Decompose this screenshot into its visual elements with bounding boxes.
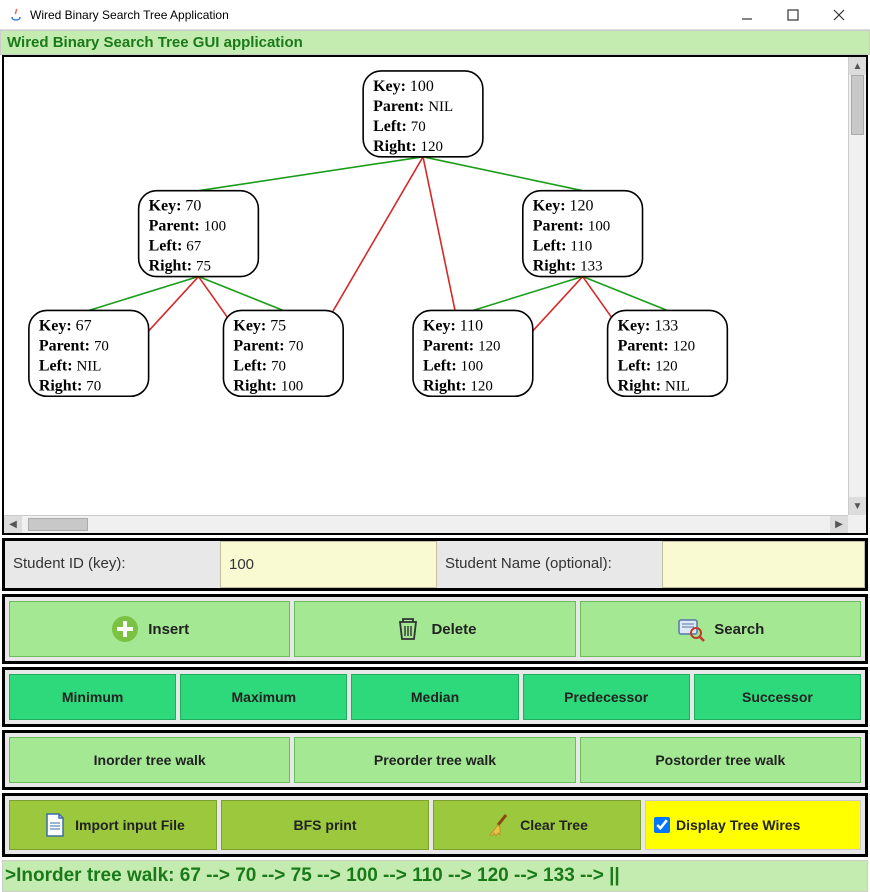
svg-text:Left: 70: Left: 70 [233, 357, 286, 374]
svg-text:Right: 120: Right: 120 [373, 138, 443, 155]
walk-button-row: Inorder tree walk Preorder tree walk Pos… [2, 730, 868, 790]
window-title: Wired Binary Search Tree Application [30, 8, 724, 22]
insert-button[interactable]: Insert [9, 601, 290, 657]
insert-label: Insert [148, 621, 189, 638]
preorder-walk-button[interactable]: Preorder tree walk [294, 737, 575, 783]
svg-text:Left: 120: Left: 120 [618, 357, 678, 374]
svg-text:Parent: NIL: Parent: NIL [373, 98, 453, 115]
svg-text:Right: 100: Right: 100 [233, 377, 303, 394]
clear-label: Clear Tree [520, 817, 588, 833]
svg-text:Key: 67: Key: 67 [39, 317, 92, 334]
tree-canvas[interactable]: Key: 100 Parent: NIL Left: 70 Right: 120 Key… [8, 61, 848, 515]
predecessor-button[interactable]: Predecessor [523, 674, 690, 720]
search-icon [676, 614, 706, 644]
search-label: Search [714, 621, 764, 638]
maximize-button[interactable] [770, 0, 816, 30]
plus-icon [110, 614, 140, 644]
student-id-input[interactable] [220, 541, 437, 588]
inorder-walk-button[interactable]: Inorder tree walk [9, 737, 290, 783]
search-button[interactable]: Search [580, 601, 861, 657]
svg-text:Right: 133: Right: 133 [533, 258, 603, 275]
window-titlebar: Wired Binary Search Tree Application [0, 0, 870, 30]
svg-text:Parent: 120: Parent: 120 [423, 337, 501, 354]
tree-canvas-panel: Key: 100 Parent: NIL Left: 70 Right: 120 Key… [2, 55, 868, 535]
display-wires-label: Display Tree Wires [676, 817, 800, 833]
bfs-print-button[interactable]: BFS print [221, 800, 429, 850]
svg-text:Parent: 100: Parent: 100 [149, 218, 227, 235]
svg-text:Right: 75: Right: 75 [149, 258, 211, 275]
display-wires-checkbox-wrap[interactable]: Display Tree Wires [645, 800, 861, 850]
svg-text:Parent: 120: Parent: 120 [618, 337, 696, 354]
successor-button[interactable]: Successor [694, 674, 861, 720]
student-id-label: Student ID (key): [5, 541, 220, 588]
student-name-label: Student Name (optional): [437, 541, 662, 588]
student-name-input[interactable] [662, 541, 865, 588]
app-subtitle: Wired Binary Search Tree GUI application [0, 30, 870, 55]
trash-icon [393, 614, 423, 644]
svg-text:Left: 67: Left: 67 [149, 238, 202, 255]
svg-text:Left: 100: Left: 100 [423, 357, 483, 374]
svg-text:Parent: 100: Parent: 100 [533, 218, 611, 235]
broom-icon [486, 811, 514, 839]
java-icon [8, 7, 24, 23]
import-label: Import input File [75, 817, 185, 833]
delete-button[interactable]: Delete [294, 601, 575, 657]
svg-text:Left: 70: Left: 70 [373, 118, 426, 135]
svg-text:Key: 133: Key: 133 [618, 317, 679, 334]
svg-text:Key: 120: Key: 120 [533, 198, 594, 215]
svg-text:Left: 110: Left: 110 [533, 238, 593, 255]
svg-text:Right: 70: Right: 70 [39, 377, 101, 394]
vertical-scrollbar[interactable]: ▲▼ [848, 57, 866, 515]
svg-text:Left: NIL: Left: NIL [39, 357, 102, 374]
median-button[interactable]: Median [351, 674, 518, 720]
query-button-row: Minimum Maximum Median Predecessor Succe… [2, 667, 868, 727]
svg-text:Key: 100: Key: 100 [373, 78, 434, 95]
svg-text:Key: 75: Key: 75 [233, 317, 286, 334]
close-button[interactable] [816, 0, 862, 30]
display-wires-checkbox[interactable] [654, 817, 670, 833]
svg-text:Parent: 70: Parent: 70 [39, 337, 109, 354]
postorder-walk-button[interactable]: Postorder tree walk [580, 737, 861, 783]
minimize-button[interactable] [724, 0, 770, 30]
delete-label: Delete [431, 621, 476, 638]
maximum-button[interactable]: Maximum [180, 674, 347, 720]
import-file-button[interactable]: Import input File [9, 800, 217, 850]
main-button-row: Insert Delete Search [2, 594, 868, 664]
horizontal-scrollbar[interactable]: ◀▶ [4, 515, 848, 533]
svg-text:Key: 110: Key: 110 [423, 317, 483, 334]
file-icon [41, 811, 69, 839]
clear-tree-button[interactable]: Clear Tree [433, 800, 641, 850]
svg-text:Parent: 70: Parent: 70 [233, 337, 303, 354]
svg-text:Right: NIL: Right: NIL [618, 377, 690, 394]
svg-text:Right: 120: Right: 120 [423, 377, 493, 394]
input-row: Student ID (key): Student Name (optional… [2, 538, 868, 591]
status-bar: >Inorder tree walk: 67 --> 70 --> 75 -->… [2, 860, 868, 892]
minimum-button[interactable]: Minimum [9, 674, 176, 720]
util-button-row: Import input File BFS print Clear Tree D… [2, 793, 868, 857]
svg-text:Key: 70: Key: 70 [149, 198, 202, 215]
